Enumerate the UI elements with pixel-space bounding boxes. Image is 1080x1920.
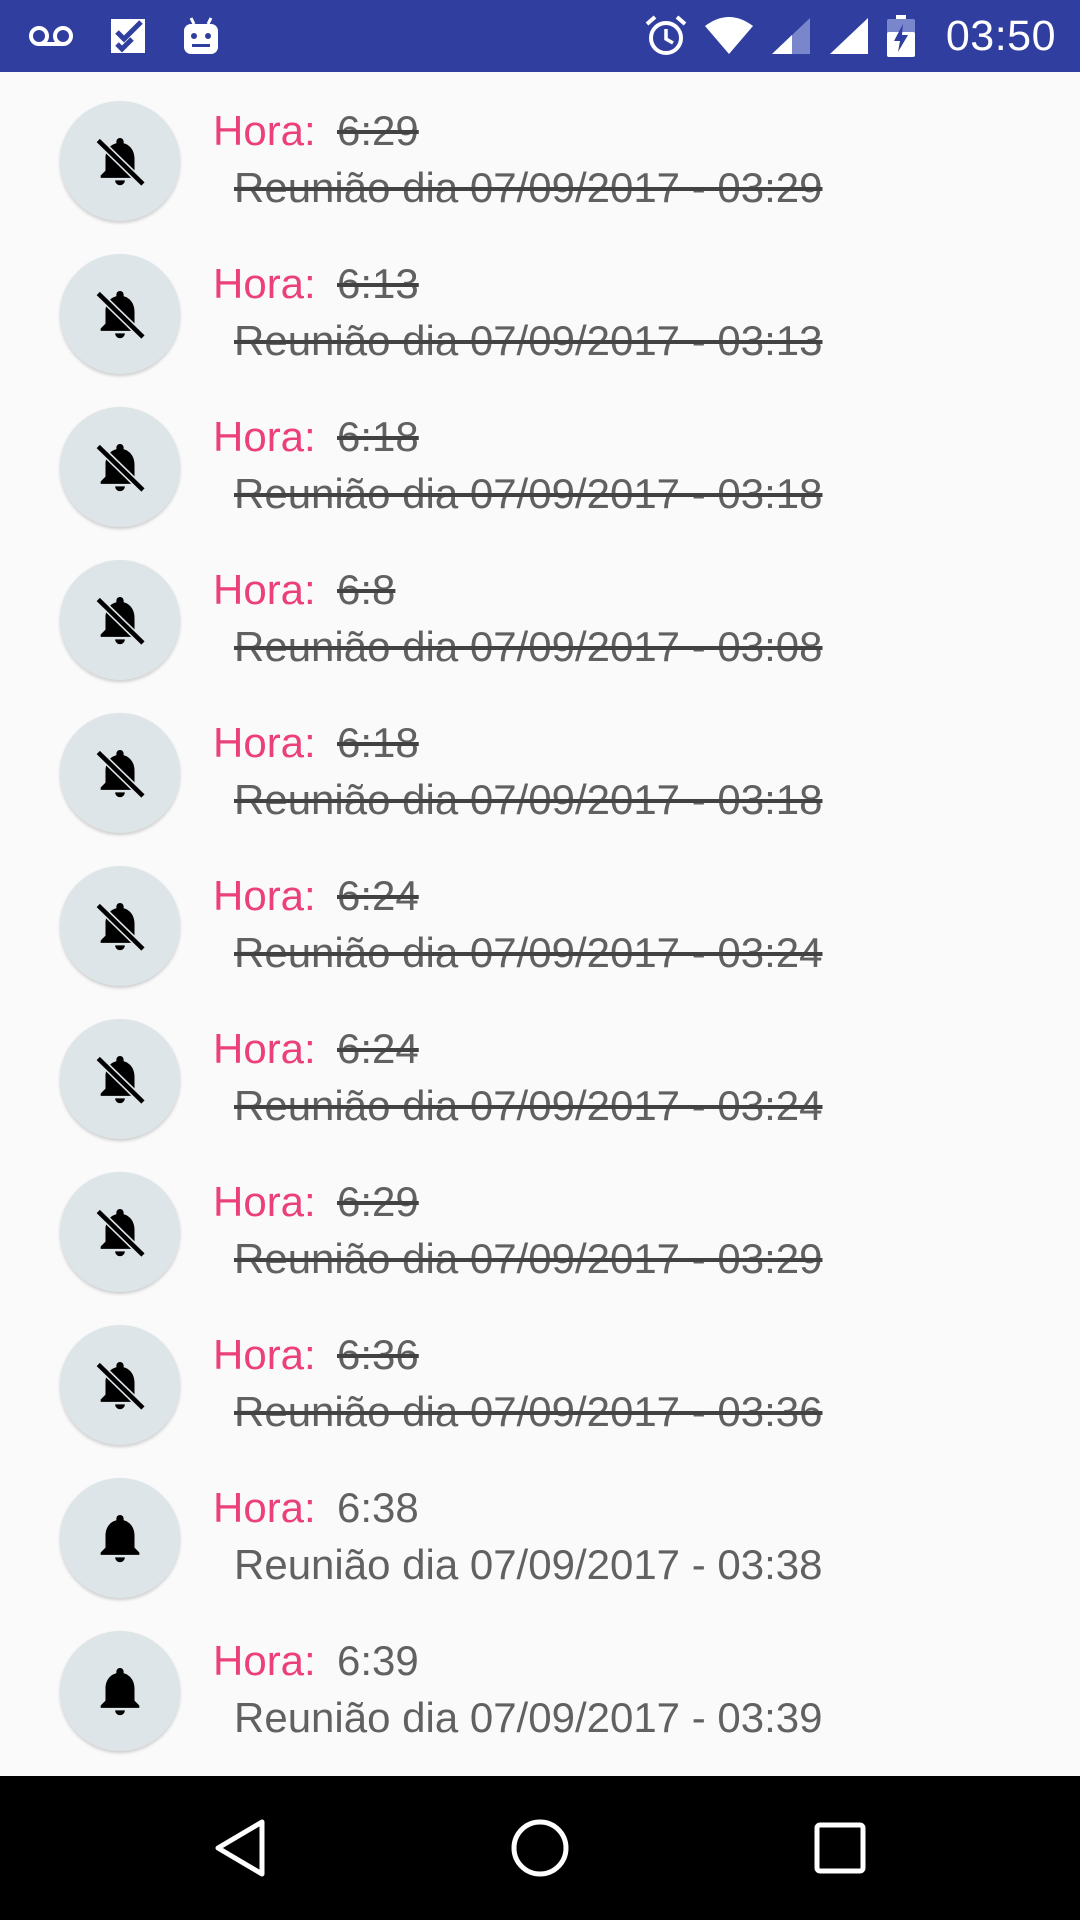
notifications-off-icon[interactable] <box>60 560 180 680</box>
hora-label: Hora: <box>213 719 316 766</box>
hora-label: Hora: <box>213 1025 316 1072</box>
signal-icon <box>828 16 870 56</box>
list-item[interactable]: Hora: 6:18 Reunião dia 07/09/2017 - 03:18 <box>0 378 1080 531</box>
reminder-list[interactable]: Hora: 6:29 Reunião dia 07/09/2017 - 03:29 H… <box>0 72 1080 1776</box>
reminder-description: Reunião dia 07/09/2017 - 03:08 <box>234 623 823 670</box>
hora-value: 6:38 <box>337 1484 419 1531</box>
battery-charging-icon <box>886 14 916 58</box>
hora-label: Hora: <box>213 1484 316 1531</box>
hora-value: 6:18 <box>337 413 419 460</box>
bell-icon[interactable] <box>60 1631 180 1751</box>
list-item[interactable]: Hora: 6:36 Reunião dia 07/09/2017 - 03:36 <box>0 1296 1080 1449</box>
status-bar: 03:50 <box>0 0 1080 72</box>
recents-icon[interactable] <box>808 1816 872 1880</box>
hora-label: Hora: <box>213 107 316 154</box>
list-item[interactable]: Hora: 6:13 Reunião dia 07/09/2017 - 03:13 <box>0 225 1080 378</box>
reminder-description: Reunião dia 07/09/2017 - 03:38 <box>234 1541 823 1588</box>
hora-value: 6:36 <box>337 1331 419 1378</box>
voicemail-icon <box>28 25 74 47</box>
hora-value: 6:24 <box>337 1025 419 1072</box>
home-icon[interactable] <box>508 1816 572 1880</box>
wifi-icon <box>704 16 754 56</box>
android-icon <box>182 16 220 56</box>
hora-label: Hora: <box>213 1331 316 1378</box>
reminder-description: Reunião dia 07/09/2017 - 03:18 <box>234 776 823 823</box>
notifications-off-icon[interactable] <box>60 101 180 221</box>
hora-label: Hora: <box>213 872 316 919</box>
notifications-off-icon[interactable] <box>60 407 180 527</box>
bell-icon[interactable] <box>60 1478 180 1598</box>
list-item[interactable]: Hora: 6:29 Reunião dia 07/09/2017 - 03:29 <box>0 72 1080 225</box>
hora-value: 6:39 <box>337 1637 419 1684</box>
reminder-description: Reunião dia 07/09/2017 - 03:29 <box>234 164 823 211</box>
reminder-description: Reunião dia 07/09/2017 - 03:29 <box>234 1235 823 1282</box>
notifications-off-icon[interactable] <box>60 1172 180 1292</box>
hora-value: 6:18 <box>337 719 419 766</box>
reminder-description: Reunião dia 07/09/2017 - 03:13 <box>234 317 823 364</box>
signal-icon <box>770 16 812 56</box>
list-item[interactable]: Hora: 6:24 Reunião dia 07/09/2017 - 03:24 <box>0 837 1080 990</box>
notifications-off-icon[interactable] <box>60 866 180 986</box>
alarm-icon <box>644 14 688 58</box>
reminder-description: Reunião dia 07/09/2017 - 03:18 <box>234 470 823 517</box>
navigation-bar <box>0 1776 1080 1920</box>
hora-label: Hora: <box>213 413 316 460</box>
back-icon[interactable] <box>208 1816 272 1880</box>
reminder-description: Reunião dia 07/09/2017 - 03:36 <box>234 1388 823 1435</box>
list-item[interactable]: Hora: 6:24 Reunião dia 07/09/2017 - 03:24 <box>0 990 1080 1143</box>
notifications-off-icon[interactable] <box>60 1019 180 1139</box>
hora-value: 6:13 <box>337 260 419 307</box>
notifications-off-icon[interactable] <box>60 713 180 833</box>
reminder-description: Reunião dia 07/09/2017 - 03:24 <box>234 929 823 976</box>
hora-value: 6:29 <box>337 1178 419 1225</box>
list-item[interactable]: Hora: 6:18 Reunião dia 07/09/2017 - 03:18 <box>0 684 1080 837</box>
list-item[interactable]: Hora: 6:29 Reunião dia 07/09/2017 - 03:29 <box>0 1143 1080 1296</box>
hora-label: Hora: <box>213 566 316 613</box>
notifications-off-icon[interactable] <box>60 254 180 374</box>
list-item[interactable]: Hora: 6:39 Reunião dia 07/09/2017 - 03:39 <box>0 1602 1080 1755</box>
notifications-off-icon[interactable] <box>60 1325 180 1445</box>
hora-value: 6:29 <box>337 107 419 154</box>
list-item[interactable]: Hora: 6:8 Reunião dia 07/09/2017 - 03:08 <box>0 531 1080 684</box>
list-item[interactable]: Hora: 6:38 Reunião dia 07/09/2017 - 03:38 <box>0 1449 1080 1602</box>
checklist-icon <box>108 16 148 56</box>
hora-label: Hora: <box>213 1637 316 1684</box>
hora-label: Hora: <box>213 1178 316 1225</box>
hora-value: 6:24 <box>337 872 419 919</box>
hora-label: Hora: <box>213 260 316 307</box>
hora-value: 6:8 <box>337 566 396 613</box>
clock: 03:50 <box>945 11 1056 60</box>
reminder-description: Reunião dia 07/09/2017 - 03:24 <box>234 1082 823 1129</box>
reminder-description: Reunião dia 07/09/2017 - 03:39 <box>234 1694 823 1741</box>
